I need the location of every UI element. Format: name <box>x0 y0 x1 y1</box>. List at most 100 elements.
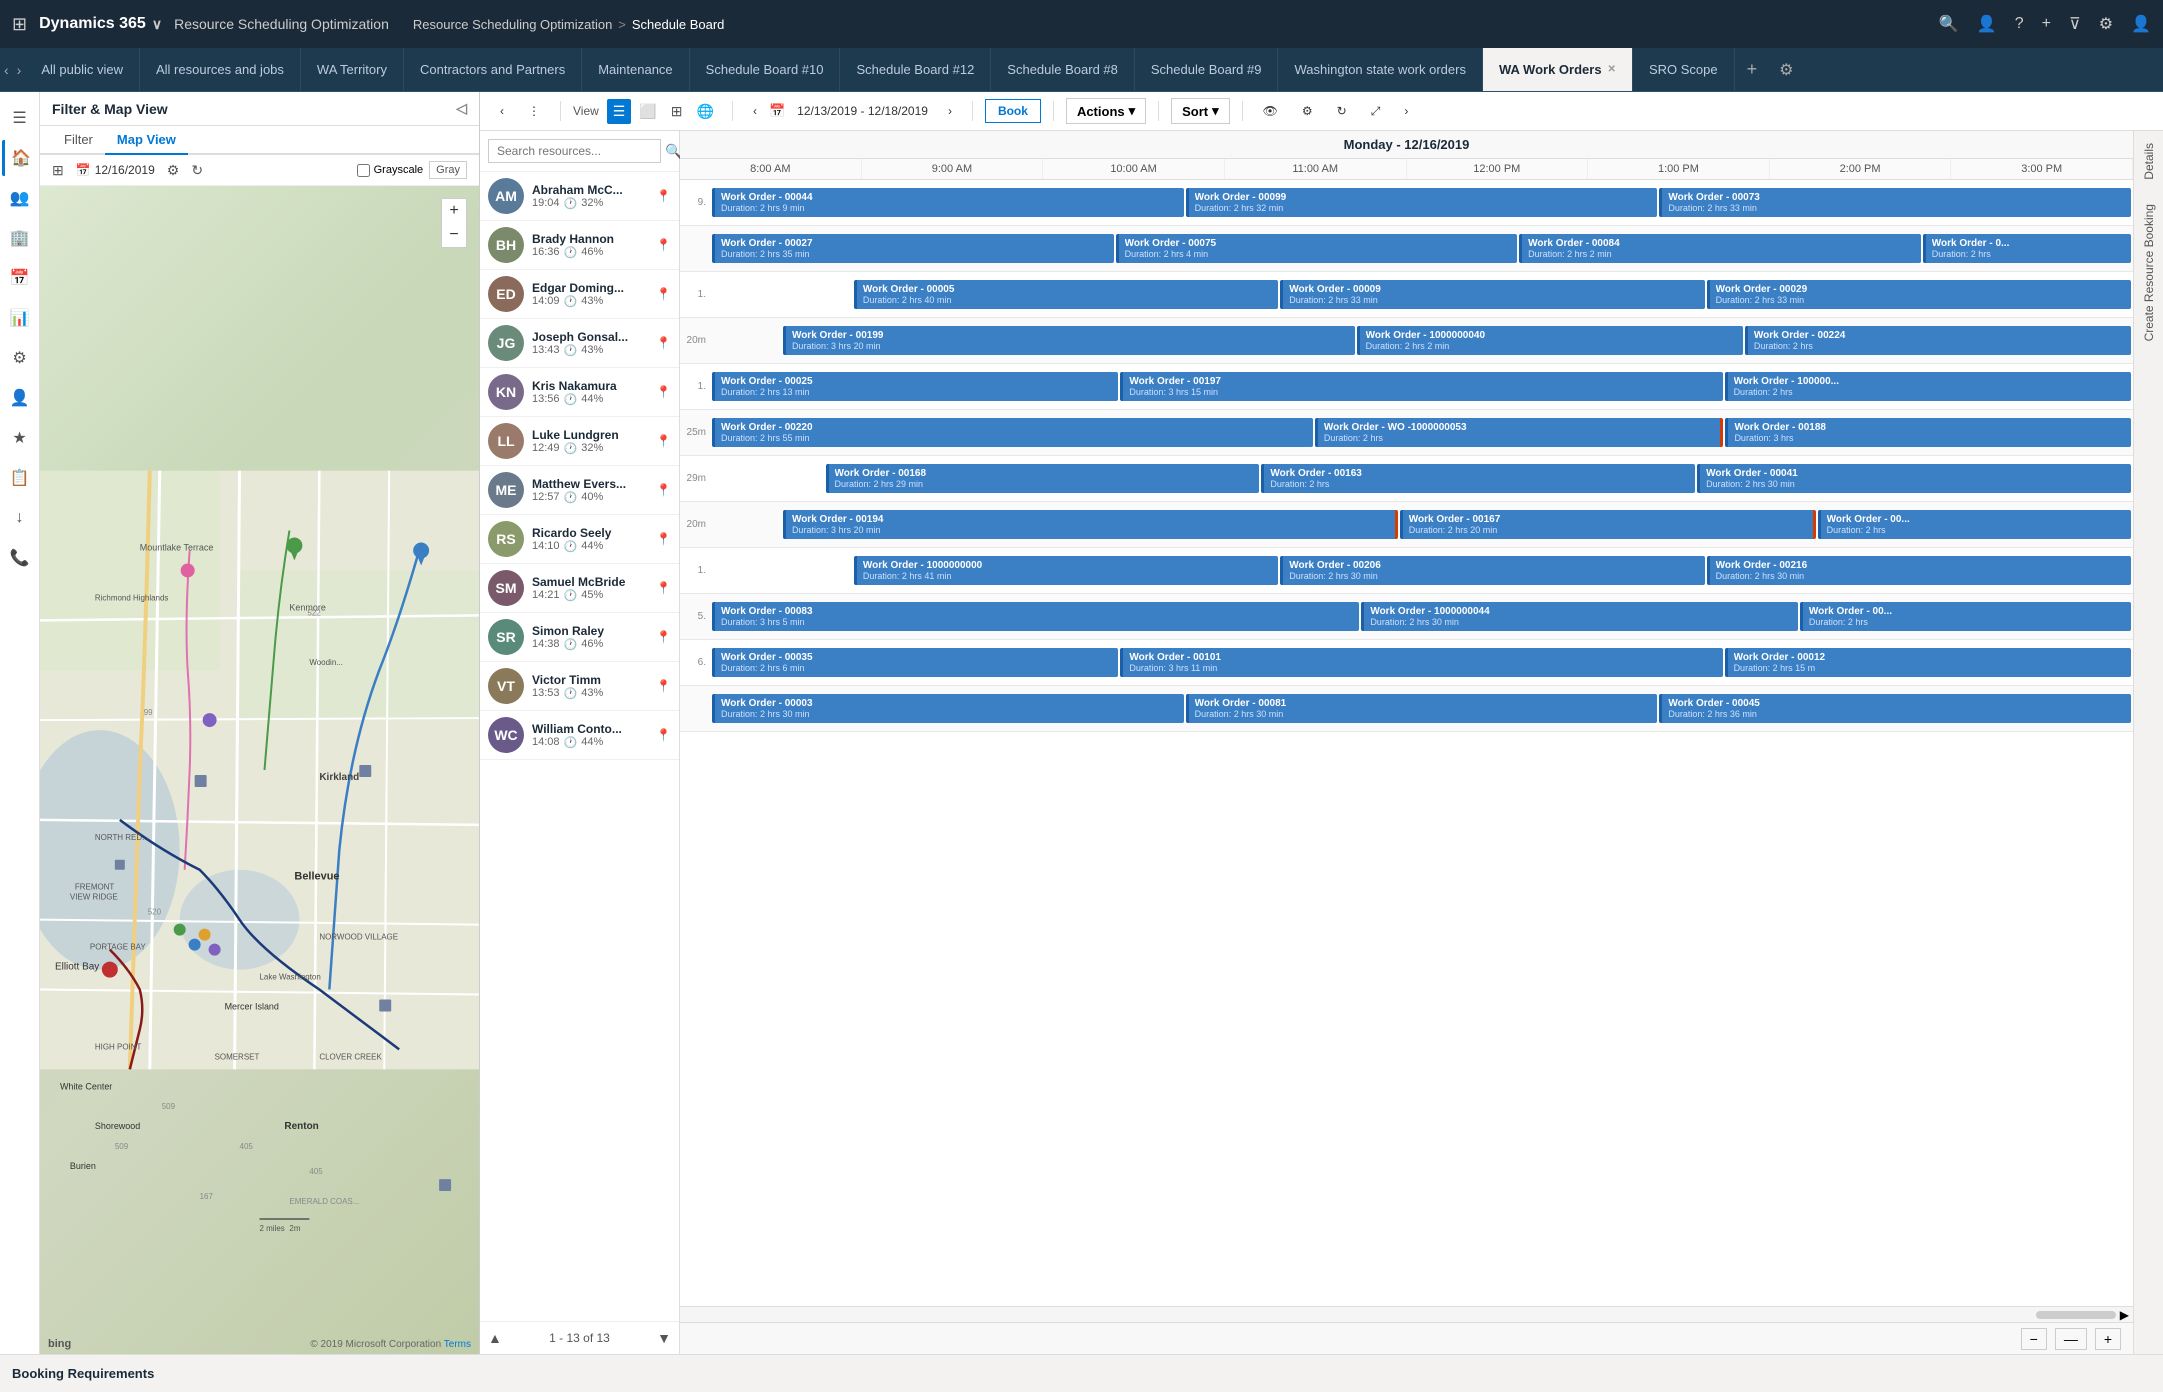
resource-item-r2[interactable]: BH Brady Hannon 16:36 🕐 46% 📍 <box>480 221 679 270</box>
work-order-block[interactable]: Work Order - 00... Duration: 2 hrs <box>1818 510 2131 539</box>
work-order-block[interactable]: Work Order - 00045 Duration: 2 hrs 36 mi… <box>1659 694 2131 723</box>
zoom-out-schedule-button[interactable]: − <box>2021 1328 2047 1350</box>
page-up-icon[interactable]: ▲ <box>488 1330 502 1346</box>
resource-item-r5[interactable]: KN Kris Nakamura 13:56 🕐 44% 📍 <box>480 368 679 417</box>
work-order-block[interactable]: Work Order - 00025 Duration: 2 hrs 13 mi… <box>712 372 1118 401</box>
sidebar-contacts-icon[interactable]: 👥 <box>2 180 38 216</box>
actions-button[interactable]: Actions ▾ <box>1066 98 1146 124</box>
map-grid-icon[interactable]: ⊞ <box>52 162 64 179</box>
eye-button[interactable]: 👁 <box>1255 100 1286 122</box>
work-order-block[interactable]: Work Order - 00206 Duration: 2 hrs 30 mi… <box>1280 556 1704 585</box>
nav-prev-button[interactable]: ‹ <box>492 100 512 122</box>
sidebar-accounts-icon[interactable]: 🏢 <box>2 220 38 256</box>
zoom-out-button[interactable]: − <box>442 223 466 247</box>
work-order-block[interactable]: Work Order - 00005 Duration: 2 hrs 40 mi… <box>854 280 1278 309</box>
work-order-block[interactable]: Work Order - 1000000000 Duration: 2 hrs … <box>854 556 1278 585</box>
work-order-block[interactable]: Work Order - 00197 Duration: 3 hrs 15 mi… <box>1120 372 1722 401</box>
work-order-block[interactable]: Work Order - 00027 Duration: 2 hrs 35 mi… <box>712 234 1114 263</box>
sort-button[interactable]: Sort ▾ <box>1171 98 1230 124</box>
map-refresh-icon[interactable]: ↻ <box>191 162 203 179</box>
zoom-in-schedule-button[interactable]: + <box>2095 1328 2121 1350</box>
resource-item-r12[interactable]: WC William Conto... 14:08 🕐 44% 📍 <box>480 711 679 760</box>
sidebar-settings-icon[interactable]: ⚙ <box>2 340 38 376</box>
work-order-block[interactable]: Work Order - 00035 Duration: 2 hrs 6 min <box>712 648 1118 677</box>
scroll-right-button[interactable]: ▶ <box>2120 1308 2129 1322</box>
contact-icon[interactable]: 👤 <box>1977 14 1997 34</box>
work-order-block[interactable]: Work Order - 00168 Duration: 2 hrs 29 mi… <box>826 464 1260 493</box>
gray-button[interactable]: Gray <box>429 161 467 179</box>
tab-add-button[interactable]: + <box>1735 48 1770 91</box>
work-order-block[interactable]: Work Order - 00012 Duration: 2 hrs 15 m <box>1725 648 2131 677</box>
work-order-block[interactable]: Work Order - 00220 Duration: 2 hrs 55 mi… <box>712 418 1313 447</box>
resource-item-r4[interactable]: JG Joseph Gonsal... 13:43 🕐 43% 📍 <box>480 319 679 368</box>
work-order-block[interactable]: Work Order - 00044 Duration: 2 hrs 9 min <box>712 188 1184 217</box>
tab-all-public[interactable]: All public view <box>25 48 140 91</box>
work-order-block[interactable]: Work Order - 00167 Duration: 2 hrs 20 mi… <box>1400 510 1816 539</box>
tab-close-icon[interactable]: ✕ <box>1608 64 1616 75</box>
settings-icon[interactable]: ⚙ <box>2099 14 2113 34</box>
work-order-block[interactable]: Work Order - 00073 Duration: 2 hrs 33 mi… <box>1659 188 2131 217</box>
sidebar-phone-icon[interactable]: 📞 <box>2 540 38 576</box>
sidebar-download-icon[interactable]: ↓ <box>2 500 38 536</box>
globe-view-icon[interactable]: 🌐 <box>691 99 720 124</box>
grayscale-checkbox[interactable] <box>357 164 370 177</box>
tab-wa-work-orders[interactable]: WA Work Orders ✕ <box>1483 48 1633 91</box>
nav-next-button[interactable]: › <box>1396 100 1416 122</box>
help-icon[interactable]: ? <box>2015 15 2024 33</box>
terms-link[interactable]: Terms <box>444 1339 471 1350</box>
resource-item-r11[interactable]: VT Victor Timm 13:53 🕐 43% 📍 <box>480 662 679 711</box>
tab-contractors[interactable]: Contractors and Partners <box>404 48 582 91</box>
date-prev-button[interactable]: ‹ <box>745 100 765 122</box>
work-order-block[interactable]: Work Order - WO -1000000053 Duration: 2 … <box>1315 418 1724 447</box>
tab-schedule-9[interactable]: Schedule Board #9 <box>1135 48 1279 91</box>
sidebar-chart-icon[interactable]: 📊 <box>2 300 38 336</box>
tab-nav-more[interactable]: › <box>13 48 26 91</box>
work-order-block[interactable]: Work Order - 00009 Duration: 2 hrs 33 mi… <box>1280 280 1704 309</box>
resource-item-r10[interactable]: SR Simon Raley 14:38 🕐 46% 📍 <box>480 613 679 662</box>
divider-button[interactable]: — <box>2055 1328 2087 1350</box>
timeline-view-icon[interactable]: ⬜ <box>633 99 662 124</box>
work-order-block[interactable]: Work Order - 00081 Duration: 2 hrs 30 mi… <box>1186 694 1658 723</box>
resource-item-r1[interactable]: AM Abraham McC... 19:04 🕐 32% 📍 <box>480 172 679 221</box>
board-settings-button[interactable]: ⚙ <box>1294 100 1321 122</box>
tab-schedule-12[interactable]: Schedule Board #12 <box>840 48 991 91</box>
book-button[interactable]: Book <box>985 99 1041 123</box>
work-order-block[interactable]: Work Order - 00101 Duration: 3 hrs 11 mi… <box>1120 648 1722 677</box>
work-order-block[interactable]: Work Order - 00003 Duration: 2 hrs 30 mi… <box>712 694 1184 723</box>
map-collapse-icon[interactable]: ◁ <box>456 100 467 117</box>
sidebar-menu-icon[interactable]: ☰ <box>2 100 38 136</box>
work-order-block[interactable]: Work Order - 1000000040 Duration: 2 hrs … <box>1357 326 1743 355</box>
work-order-block[interactable]: Work Order - 00029 Duration: 2 hrs 33 mi… <box>1707 280 2131 309</box>
search-icon[interactable]: 🔍 <box>1939 14 1959 34</box>
work-order-block[interactable]: Work Order - 00224 Duration: 2 hrs <box>1745 326 2131 355</box>
nav-more-button[interactable]: ⋮ <box>520 100 548 122</box>
work-order-block[interactable]: Work Order - 00099 Duration: 2 hrs 32 mi… <box>1186 188 1658 217</box>
resource-search-input[interactable] <box>488 139 661 163</box>
work-order-block[interactable]: Work Order - 00163 Duration: 2 hrs <box>1261 464 1695 493</box>
work-order-block[interactable]: Work Order - 00083 Duration: 3 hrs 5 min <box>712 602 1359 631</box>
create-booking-label[interactable]: Create Resource Booking <box>2142 192 2156 353</box>
sidebar-calendar-icon[interactable]: 📅 <box>2 260 38 296</box>
zoom-in-button[interactable]: + <box>442 199 466 223</box>
resource-item-r9[interactable]: SM Samuel McBride 14:21 🕐 45% 📍 <box>480 564 679 613</box>
resource-item-r7[interactable]: ME Matthew Evers... 12:57 🕐 40% 📍 <box>480 466 679 515</box>
account-icon[interactable]: 👤 <box>2131 14 2151 34</box>
work-order-block[interactable]: Work Order - 1000000044 Duration: 2 hrs … <box>1361 602 1798 631</box>
work-order-block[interactable]: Work Order - 00... Duration: 2 hrs <box>1800 602 2131 631</box>
resource-item-r8[interactable]: RS Ricardo Seely 14:10 🕐 44% 📍 <box>480 515 679 564</box>
work-order-block[interactable]: Work Order - 00216 Duration: 2 hrs 30 mi… <box>1707 556 2131 585</box>
refresh-button[interactable]: ↻ <box>1329 100 1355 122</box>
map-settings-icon[interactable]: ⚙ <box>167 162 180 179</box>
waffle-icon[interactable]: ⊞ <box>12 14 27 35</box>
sidebar-star-icon[interactable]: ★ <box>2 420 38 456</box>
tab-wa-state[interactable]: Washington state work orders <box>1278 48 1482 91</box>
list-view-icon[interactable]: ☰ <box>607 99 632 124</box>
work-order-block[interactable]: Work Order - 00041 Duration: 2 hrs 30 mi… <box>1697 464 2131 493</box>
scrollbar-thumb[interactable] <box>2036 1311 2116 1319</box>
work-order-block[interactable]: Work Order - 00199 Duration: 3 hrs 20 mi… <box>783 326 1355 355</box>
map-view-tab[interactable]: Map View <box>105 126 188 155</box>
expand-button[interactable]: ⤢ <box>1363 100 1389 123</box>
details-panel-label[interactable]: Details <box>2142 131 2156 192</box>
page-down-icon[interactable]: ▼ <box>657 1330 671 1346</box>
map-area[interactable]: Mountlake Terrace Richmond Highlands Ken… <box>40 186 479 1354</box>
